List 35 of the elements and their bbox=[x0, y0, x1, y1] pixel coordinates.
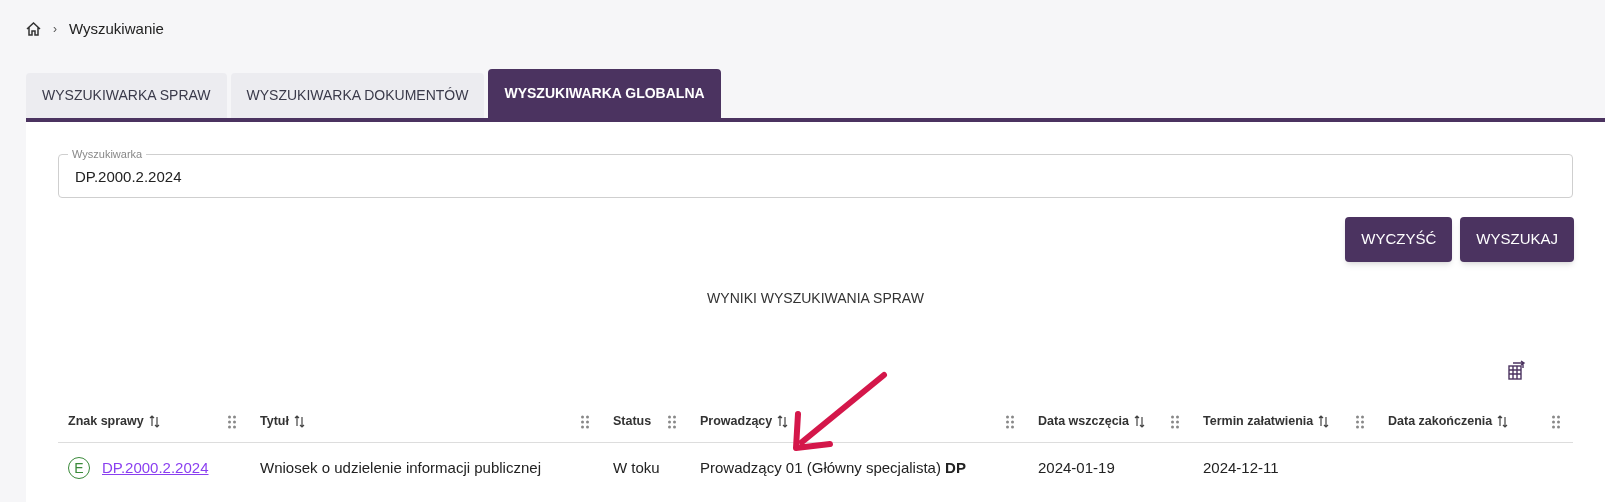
drag-handle-icon[interactable] bbox=[1356, 414, 1364, 429]
drag-handle-icon[interactable] bbox=[1006, 414, 1014, 429]
column-header[interactable]: Znak sprawy bbox=[68, 412, 144, 431]
column-header[interactable]: Data wszczęcia bbox=[1038, 412, 1130, 431]
breadcrumb-separator: › bbox=[53, 21, 57, 38]
table-cell-text: 2024-12-11 bbox=[1203, 457, 1279, 478]
breadcrumb-current: Wyszukiwanie bbox=[69, 18, 164, 39]
sort-icon[interactable] bbox=[777, 415, 789, 428]
tab[interactable]: WYSZUKIWARKA GLOBALNA bbox=[488, 69, 721, 118]
drag-handle-icon[interactable] bbox=[668, 414, 676, 429]
table-cell-text: W toku bbox=[613, 457, 660, 478]
column-header[interactable]: Data zakończenia bbox=[1388, 412, 1493, 431]
action-button[interactable]: WYSZUKAJ bbox=[1460, 217, 1574, 262]
column-header[interactable]: Status bbox=[613, 412, 652, 431]
sort-icon[interactable] bbox=[293, 415, 305, 428]
sort-icon[interactable] bbox=[1134, 415, 1146, 428]
column-header[interactable]: Termin załatwienia bbox=[1203, 412, 1314, 431]
action-button[interactable]: WYCZYŚĆ bbox=[1345, 217, 1453, 262]
table-cell-text: Wniosek o udzielenie informacji publicznej bbox=[260, 457, 541, 478]
case-link[interactable]: DP.2000.2.2024 bbox=[102, 456, 209, 480]
sort-icon[interactable] bbox=[148, 415, 160, 428]
column-header[interactable]: Prowadzący bbox=[700, 412, 773, 431]
drag-handle-icon[interactable] bbox=[581, 414, 589, 429]
table-cell-text: 2024-01-19 bbox=[1038, 457, 1115, 478]
sort-icon[interactable] bbox=[1318, 415, 1330, 428]
drag-handle-icon[interactable] bbox=[1552, 414, 1560, 429]
sort-icon[interactable] bbox=[1497, 415, 1509, 428]
table-cell-text: Prowadzący 01 (Główny specjalista) DP bbox=[700, 457, 966, 478]
column-header[interactable]: Tytuł bbox=[260, 412, 289, 431]
home-icon[interactable] bbox=[26, 22, 41, 36]
tab[interactable]: WYSZUKIWARKA SPRAW bbox=[26, 73, 227, 118]
tab[interactable]: WYSZUKIWARKA DOKUMENTÓW bbox=[230, 73, 485, 118]
drag-handle-icon[interactable] bbox=[1171, 414, 1179, 429]
results-title: WYNIKI WYSZUKIWANIA SPRAW bbox=[706, 289, 925, 308]
drag-handle-icon[interactable] bbox=[228, 414, 236, 429]
